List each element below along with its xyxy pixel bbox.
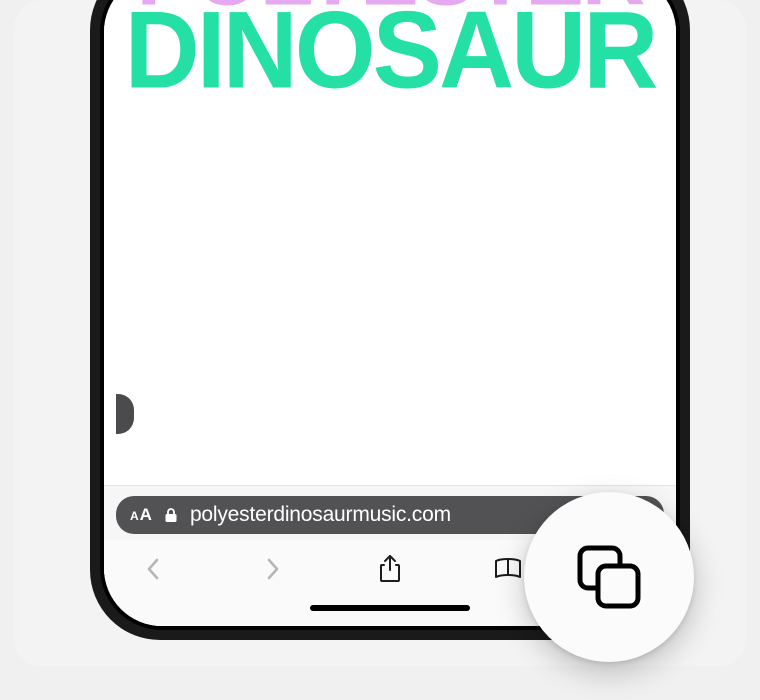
device-card: POLYESTER DINOSAUR A A <box>14 0 746 666</box>
tabs-callout <box>524 492 694 662</box>
forward-icon <box>262 555 282 583</box>
forward-button[interactable] <box>252 549 292 589</box>
text-size-button[interactable]: A A <box>130 505 152 525</box>
bookmarks-icon <box>493 556 523 582</box>
share-icon <box>377 554 403 584</box>
site-logo: POLYESTER DINOSAUR <box>104 0 676 95</box>
bookmarks-button[interactable] <box>488 549 528 589</box>
text-size-big-a: A <box>140 505 152 525</box>
webpage-content[interactable]: POLYESTER DINOSAUR <box>104 0 676 485</box>
tabs-icon <box>570 538 648 616</box>
lock-icon <box>164 507 178 523</box>
logo-line-2: DINOSAUR <box>104 5 676 98</box>
back-button[interactable] <box>134 549 174 589</box>
share-button[interactable] <box>370 549 410 589</box>
home-bar <box>310 605 470 611</box>
back-icon <box>144 555 164 583</box>
text-size-small-a: A <box>130 509 139 523</box>
